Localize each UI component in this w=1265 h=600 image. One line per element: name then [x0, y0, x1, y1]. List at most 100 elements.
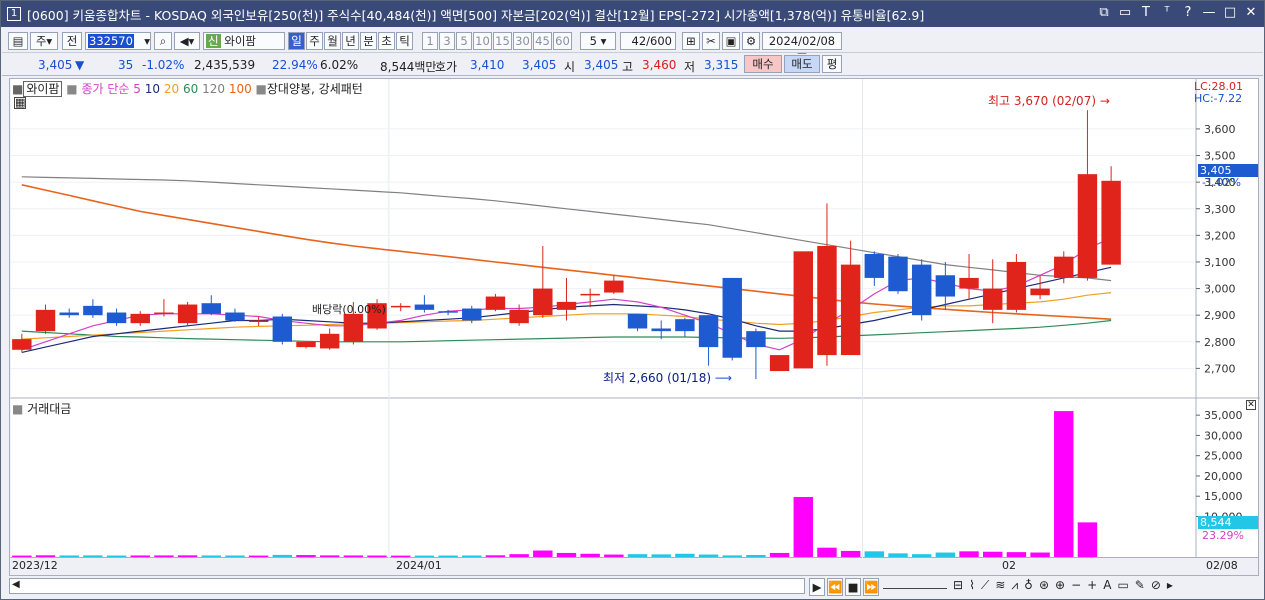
buy-button[interactable]: 매수 [744, 55, 782, 73]
candle-body [983, 288, 1003, 310]
amount-bar [651, 554, 671, 557]
price-tick-label: 3,500 [1204, 150, 1236, 163]
cycle-icon[interactable]: ⊛ [1039, 578, 1049, 593]
stock-name-field[interactable]: 신 와이팜 [203, 32, 285, 50]
interval-button-30[interactable]: 30 [513, 32, 532, 50]
scroll-right-icon[interactable]: ▸ [1167, 578, 1173, 593]
candle-body [201, 303, 221, 314]
sound-icon[interactable]: ◀▾ [174, 32, 200, 50]
open-label: 시 [564, 60, 576, 74]
tile-icon[interactable]: ▭ [1118, 5, 1132, 20]
bottom-toolbar: ◀ ▶ ⏪ ■ ⏩ ⊟ ⌇ ⟋ ≋ ⩘ ♁ ⊛ ⊕ − + A ▭ ✎ ⊘ ▸ [9, 576, 1259, 596]
add-icon[interactable]: + [1087, 578, 1097, 593]
tab-2[interactable]: 월 [324, 32, 341, 50]
drawing-tools: ⊟ ⌇ ⟋ ≋ ⩘ ♁ ⊛ ⊕ − + A ▭ ✎ ⊘ ▸ [953, 578, 1173, 593]
tab-0[interactable]: 일 [288, 32, 305, 50]
chart-legend: ■ 와이팜 ■ 종가 단순 5 10 20 60 120 100 ■장대양봉, 강… [12, 80, 363, 97]
candle-body [675, 319, 695, 332]
amount-bar [106, 555, 127, 557]
count-total: /600 [646, 34, 672, 48]
restore-icon[interactable]: ⧉ [1097, 5, 1111, 20]
chart-svg: 2,7002,8002,9003,0003,1003,2003,3003,400… [9, 79, 1260, 559]
trend-icon[interactable]: ⩘ [1011, 578, 1018, 593]
count-input[interactable]: 42/600 [620, 32, 676, 50]
date-input[interactable]: 2024/02/08 ▦ [762, 32, 842, 64]
legend-ma-60: 60 [182, 82, 199, 96]
play-icon[interactable]: ▶ [809, 578, 825, 596]
rewind-icon[interactable]: ⏪ [827, 578, 843, 596]
minimize-icon[interactable]: — [1202, 5, 1216, 20]
zoom-slider[interactable] [883, 581, 947, 589]
color-icon[interactable]: ▭ [1117, 578, 1128, 593]
window-title: [0600] 키움종합차트 - KOSDAQ 외국인보유[250(천)] 주식수… [27, 7, 925, 23]
chart-type-icon[interactable]: ⊞ [682, 32, 700, 50]
scroll-left-icon[interactable]: ◀ [12, 579, 20, 590]
stop-icon[interactable]: ■ [845, 578, 861, 596]
amount-bar [225, 555, 245, 557]
maximize-icon[interactable]: □ [1223, 5, 1237, 20]
horizontal-scrollbar[interactable]: ◀ [9, 578, 805, 594]
font-size-icon[interactable]: T [1139, 5, 1153, 20]
candle-body [35, 309, 56, 332]
price-tick-label: 2,900 [1204, 309, 1236, 322]
candle-body [604, 280, 624, 293]
search-icon[interactable]: ⌕ [154, 32, 172, 50]
period-select[interactable]: 주▾ [30, 32, 58, 50]
interval-button-15[interactable]: 15 [493, 32, 512, 50]
close-icon[interactable]: ✕ [1244, 5, 1258, 20]
amount-bar [769, 552, 790, 557]
pen-icon[interactable]: ✎ [1135, 578, 1145, 593]
settings-icon[interactable]: ⚙ [742, 32, 760, 50]
price-chart-panel[interactable]: 2,700 2,800 2,900 3,000 3,100 3,200 3,300 3,400… [9, 78, 1260, 559]
candle-body [59, 312, 79, 316]
amount-bar [367, 555, 387, 557]
candle-body [556, 301, 577, 310]
forward-icon[interactable]: ⏩ [863, 578, 879, 596]
zoom-in-icon[interactable]: ⊕ [1055, 578, 1065, 593]
grid-icon[interactable]: ▦ [14, 97, 26, 109]
interval-button-10[interactable]: 10 [473, 32, 492, 50]
multi-line-icon[interactable]: ≋ [995, 578, 1005, 593]
amount-bar [840, 550, 861, 557]
tab-5[interactable]: 초 [378, 32, 395, 50]
text-tool-icon[interactable]: A [1103, 578, 1111, 593]
panel-close-icon[interactable]: ✕ [1246, 400, 1256, 410]
period-tabs: 일주월년분초틱 [288, 32, 414, 50]
average-button[interactable]: 평 [822, 55, 842, 73]
candle-body [580, 293, 600, 296]
legend-pattern: 장대양봉, 강세패턴 [266, 82, 363, 96]
interval-button-1[interactable]: 1 [422, 32, 438, 50]
draw-tool-icon[interactable]: ⌇ [969, 578, 975, 593]
ma-line-ma120 [21, 176, 1112, 282]
save-icon[interactable]: ▣ [722, 32, 740, 50]
interval-select[interactable]: 5 ▾ [580, 32, 616, 50]
text-icon[interactable]: ᵀ [1160, 5, 1174, 20]
help-icon[interactable]: ? [1181, 5, 1195, 20]
tab-1[interactable]: 주 [306, 32, 323, 50]
link-icon[interactable]: ⊘ [1151, 578, 1161, 593]
amount-tick-label: 35,000 [1204, 409, 1243, 422]
tab-6[interactable]: 틱 [396, 32, 413, 50]
interval-button-60[interactable]: 60 [553, 32, 572, 50]
interval-button-3[interactable]: 3 [439, 32, 455, 50]
amount-bar [343, 555, 364, 557]
line-tool-icon[interactable]: ⟋ [981, 578, 989, 593]
tab-3[interactable]: 년 [342, 32, 359, 50]
amount-bar [319, 555, 340, 557]
fib-icon[interactable]: ♁ [1024, 578, 1033, 593]
tab-4[interactable]: 분 [360, 32, 377, 50]
sell-button[interactable]: 매도 [784, 55, 820, 73]
amount-bar [12, 555, 32, 557]
candle-body [296, 341, 316, 348]
bid-price-2: 3,405 [522, 58, 557, 72]
market-select[interactable]: 전 [62, 32, 82, 50]
layout-icon[interactable]: ▤ [8, 32, 28, 50]
stock-code-input[interactable]: 332570 ▾ [85, 32, 151, 50]
amount-bar [1006, 552, 1027, 557]
amount-bar [959, 551, 979, 557]
interval-button-45[interactable]: 45 [533, 32, 552, 50]
interval-button-5[interactable]: 5 [456, 32, 472, 50]
select-tool-icon[interactable]: ⊟ [953, 578, 963, 593]
tool-icon[interactable]: ✂ [702, 32, 720, 50]
zoom-out-icon[interactable]: − [1071, 578, 1081, 593]
